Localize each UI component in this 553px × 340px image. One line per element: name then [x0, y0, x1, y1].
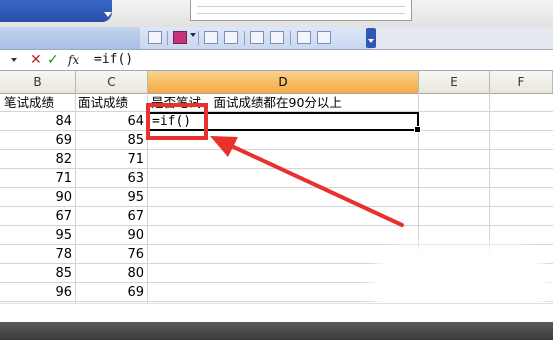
grid-icon[interactable]	[270, 31, 284, 44]
cell-c[interactable]: 95	[76, 188, 144, 207]
table-row: 82 71	[0, 150, 553, 169]
cell-c[interactable]: 64	[76, 112, 144, 131]
toolbar-options-button[interactable]	[366, 28, 376, 48]
cell-c[interactable]: 63	[76, 169, 144, 188]
font-color-icon[interactable]	[173, 31, 187, 44]
cancel-icon[interactable]: ✕	[30, 52, 42, 68]
draw-icon[interactable]	[317, 31, 331, 44]
borders-icon[interactable]	[204, 31, 218, 44]
cell-b[interactable]: 78	[0, 245, 72, 264]
cell-b[interactable]: 95	[0, 226, 72, 245]
enter-icon[interactable]: ✓	[47, 52, 59, 68]
table-row: 67 67	[0, 207, 553, 226]
annotation-highlight-box	[146, 103, 208, 140]
cell-c-header[interactable]: 面试成绩	[78, 93, 128, 112]
cell-c[interactable]: 90	[76, 226, 144, 245]
column-header-b[interactable]: B	[0, 71, 76, 93]
columns-icon[interactable]	[250, 31, 264, 44]
cell-b[interactable]: 71	[0, 169, 72, 188]
cell-b[interactable]: 67	[0, 207, 72, 226]
sheet-bottom-area	[0, 303, 553, 323]
toolbar-button-group	[140, 27, 375, 49]
column-header-c[interactable]: C	[76, 71, 148, 93]
toolbar-separator	[290, 31, 291, 45]
cell-c[interactable]: 71	[76, 150, 144, 169]
cell-b[interactable]: 69	[0, 131, 72, 150]
chevron-down-icon[interactable]	[190, 33, 196, 37]
toolbar-separator	[198, 31, 199, 45]
title-pill[interactable]	[0, 0, 112, 22]
cell-b[interactable]: 90	[0, 188, 72, 207]
column-header-e[interactable]: E	[419, 71, 490, 93]
name-box-dropdown-icon[interactable]	[11, 58, 17, 62]
cell-b[interactable]: 96	[0, 283, 72, 302]
cell-b-header[interactable]: 笔试成绩	[4, 93, 54, 112]
formula-input[interactable]: =if()	[94, 52, 133, 67]
cell-c[interactable]: 85	[76, 131, 144, 150]
toolbar-separator	[244, 31, 245, 45]
table-row: 69 85	[0, 131, 553, 150]
column-header-f[interactable]: F	[490, 71, 553, 93]
cell-c[interactable]: 69	[76, 283, 144, 302]
insert-function-icon[interactable]: fx	[68, 52, 79, 68]
column-header-row: B C D E F	[0, 71, 553, 94]
cell-c[interactable]: 76	[76, 245, 144, 264]
toolbar-left-area	[0, 27, 141, 49]
table-row: 71 63	[0, 169, 553, 188]
fill-handle[interactable]	[414, 126, 421, 133]
column-header-d[interactable]: D	[148, 71, 419, 93]
background-window	[190, 0, 412, 21]
sort-icon[interactable]	[297, 31, 311, 44]
chevron-down-icon	[104, 12, 112, 17]
window-top-strip	[0, 0, 553, 28]
cell-b[interactable]: 85	[0, 264, 72, 283]
toolbar-separator	[167, 31, 168, 45]
formatting-toolbar	[0, 27, 553, 49]
cell-c[interactable]: 67	[76, 207, 144, 226]
cell-b[interactable]: 82	[0, 150, 72, 169]
table-row: 95 90	[0, 226, 553, 245]
increase-indent-icon[interactable]	[148, 31, 162, 44]
formula-bar: ✕ ✓ fx =if()	[0, 49, 553, 71]
table-icon[interactable]	[224, 31, 238, 44]
cell-b[interactable]: 84	[0, 112, 72, 131]
status-bar	[0, 322, 553, 340]
cell-c[interactable]: 80	[76, 264, 144, 283]
table-row: 90 95	[0, 188, 553, 207]
table-row: 笔试成绩 面试成绩 是否笔试、面试成绩都在90分以上	[0, 93, 553, 112]
